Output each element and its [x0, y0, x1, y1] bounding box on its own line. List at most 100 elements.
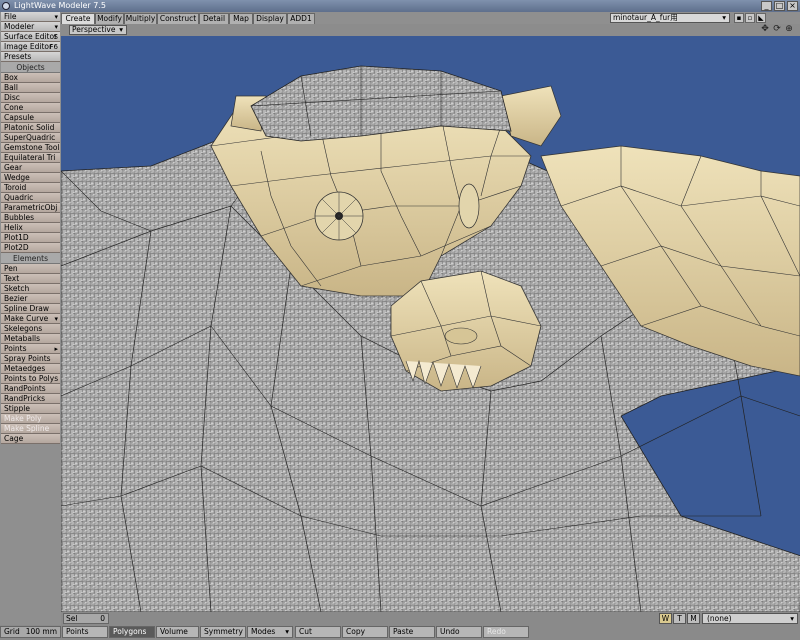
polygons-mode-button[interactable]: Polygons — [109, 626, 155, 638]
symmetry-button[interactable]: Symmetry — [200, 626, 246, 638]
file-menu-button[interactable]: File ▾ — [1, 12, 60, 22]
tool-superquadric-button[interactable]: SuperQuadric — [1, 133, 60, 143]
tool-box-button[interactable]: Box — [1, 73, 60, 83]
viewport-header: Perspective ▾ ✥ ⟳ ⊕ — [61, 24, 800, 36]
tool-points-button[interactable]: Points ▸ — [1, 344, 60, 354]
tool-cone-button[interactable]: Cone — [1, 103, 60, 113]
tool-sketch-button[interactable]: Sketch — [1, 284, 60, 294]
tool-disc-button[interactable]: Disc — [1, 93, 60, 103]
tool-platonic-solid-button[interactable]: Platonic Solid — [1, 123, 60, 133]
tool-stipple-button[interactable]: Stipple — [1, 404, 60, 414]
bottom-toolbar: Grid 100 mm Points Polygons Volume Symmet… — [0, 625, 800, 640]
copy-button[interactable]: Copy — [342, 626, 388, 638]
tool-plot2d-button[interactable]: Plot2D — [1, 243, 60, 253]
chevron-down-icon: ▾ — [54, 23, 58, 31]
submenu-arrow-icon: ▾ — [54, 315, 58, 323]
morph-map-toggle[interactable]: M — [687, 613, 700, 624]
undo-button[interactable]: Undo — [436, 626, 482, 638]
modes-menu-button[interactable]: Modes ▾ — [247, 626, 293, 638]
elements-section-header: Elements — [1, 253, 60, 264]
tool-pen-button[interactable]: Pen — [1, 264, 60, 274]
tool-ball-button[interactable]: Ball — [1, 83, 60, 93]
tool-spray-points-button[interactable]: Spray Points — [1, 354, 60, 364]
window-title: LightWave Modeler 7.5 — [14, 1, 106, 10]
grid-size-readout: Grid 100 mm — [0, 626, 61, 638]
current-object-select[interactable]: minotaur_A_fur用 ▾ — [610, 13, 730, 23]
tool-plot1d-button[interactable]: Plot1D — [1, 233, 60, 243]
chevron-down-icon: ▾ — [119, 25, 123, 34]
perspective-viewport[interactable] — [61, 36, 800, 612]
layer-bg-icon[interactable]: ▫ — [745, 13, 755, 23]
tool-skelegons-button[interactable]: Skelegons — [1, 324, 60, 334]
tool-metaedges-button[interactable]: Metaedges — [1, 364, 60, 374]
minimize-button[interactable]: _ — [761, 1, 772, 11]
tab-create[interactable]: Create — [61, 13, 95, 24]
redo-button[interactable]: Redo — [483, 626, 529, 638]
status-bar: Sel 0 W T M (none) ▾ — [61, 612, 800, 625]
tool-make-spline-button[interactable]: Make Spline — [1, 424, 60, 434]
view-mode-select[interactable]: Perspective ▾ — [69, 25, 127, 35]
tool-points-to-polys-button[interactable]: Points to Polys — [1, 374, 60, 384]
tool-helix-button[interactable]: Helix — [1, 223, 60, 233]
tool-parametricobj-button[interactable]: ParametricObj — [1, 203, 60, 213]
image-editor-button[interactable]: Image Editor F6 — [1, 42, 60, 52]
presets-button[interactable]: Presets — [1, 52, 60, 62]
tool-bubbles-button[interactable]: Bubbles — [1, 213, 60, 223]
tool-spline-draw-button[interactable]: Spline Draw — [1, 304, 60, 314]
selection-count: Sel 0 — [63, 613, 109, 624]
tool-wedge-button[interactable]: Wedge — [1, 173, 60, 183]
zoom-icon[interactable]: ⊕ — [784, 24, 794, 35]
volume-mode-button[interactable]: Volume — [156, 626, 199, 638]
tool-equilateral-tri-button[interactable]: Equilateral Tri — [1, 153, 60, 163]
tool-make-curve-button[interactable]: Make Curve ▾ — [1, 314, 60, 324]
chevron-down-icon: ▾ — [722, 13, 726, 22]
layer-fg-icon[interactable]: ▪ — [734, 13, 744, 23]
tab-add1[interactable]: ADD1 — [287, 13, 315, 24]
tab-modify[interactable]: Modify — [95, 13, 124, 24]
tool-randpoints-button[interactable]: RandPoints — [1, 384, 60, 394]
paste-button[interactable]: Paste — [389, 626, 435, 638]
chevron-down-icon: ▾ — [54, 13, 58, 21]
surface-editor-button[interactable]: Surface Editor S — [1, 32, 60, 42]
tab-multiply[interactable]: Multiply — [124, 13, 157, 24]
tab-map[interactable]: Map — [229, 13, 253, 24]
shortcut-hint: F6 — [49, 43, 58, 51]
app-icon — [2, 2, 10, 10]
left-toolbar: File ▾ Modeler ▾ Surface Editor S Image Edi… — [0, 12, 61, 627]
tool-bezier-button[interactable]: Bezier — [1, 294, 60, 304]
tool-text-button[interactable]: Text — [1, 274, 60, 284]
close-button[interactable]: × — [787, 1, 798, 11]
points-mode-button[interactable]: Points — [62, 626, 108, 638]
tab-bar: Create Modify Multiply Construct Detail … — [61, 12, 800, 24]
pan-icon[interactable]: ✥ — [760, 24, 770, 35]
tool-quadric-button[interactable]: Quadric — [1, 193, 60, 203]
title-bar: LightWave Modeler 7.5 _ □ × — [0, 0, 800, 12]
elements-tool-list: Pen Text Sketch Bezier Spline Draw Make Curve… — [0, 264, 61, 444]
maximize-button[interactable]: □ — [774, 1, 785, 11]
cut-button[interactable]: Cut — [295, 626, 341, 638]
tool-metaballs-button[interactable]: Metaballs — [1, 334, 60, 344]
vertex-map-select[interactable]: (none) ▾ — [702, 613, 798, 624]
chevron-down-icon: ▾ — [285, 627, 289, 636]
viewport-canvas — [61, 65, 800, 612]
tool-make-poly-button[interactable]: Make Poly — [1, 414, 60, 424]
tab-detail[interactable]: Detail — [199, 13, 229, 24]
rotate-icon[interactable]: ⟳ — [772, 24, 782, 35]
tool-randpricks-button[interactable]: RandPricks — [1, 394, 60, 404]
tool-toroid-button[interactable]: Toroid — [1, 183, 60, 193]
tool-gemstone-tool-button[interactable]: Gemstone Tool — [1, 143, 60, 153]
tab-construct[interactable]: Construct — [157, 13, 199, 24]
shortcut-hint: S — [53, 33, 58, 41]
tab-display[interactable]: Display — [253, 13, 287, 24]
tool-cage-button[interactable]: Cage — [1, 434, 60, 444]
submenu-arrow-icon: ▸ — [54, 345, 58, 353]
chevron-down-icon: ▾ — [790, 614, 794, 623]
weight-map-toggle[interactable]: W — [659, 613, 672, 624]
texture-map-toggle[interactable]: T — [673, 613, 686, 624]
tool-capsule-button[interactable]: Capsule — [1, 113, 60, 123]
modeler-menu-button[interactable]: Modeler ▾ — [1, 22, 60, 32]
objects-section-header: Objects — [1, 62, 60, 73]
objects-tool-list: Box Ball Disc Cone Capsule Platonic Solid Supe… — [0, 73, 61, 253]
layer-flag-icon[interactable]: ◣ — [756, 13, 766, 23]
tool-gear-button[interactable]: Gear — [1, 163, 60, 173]
